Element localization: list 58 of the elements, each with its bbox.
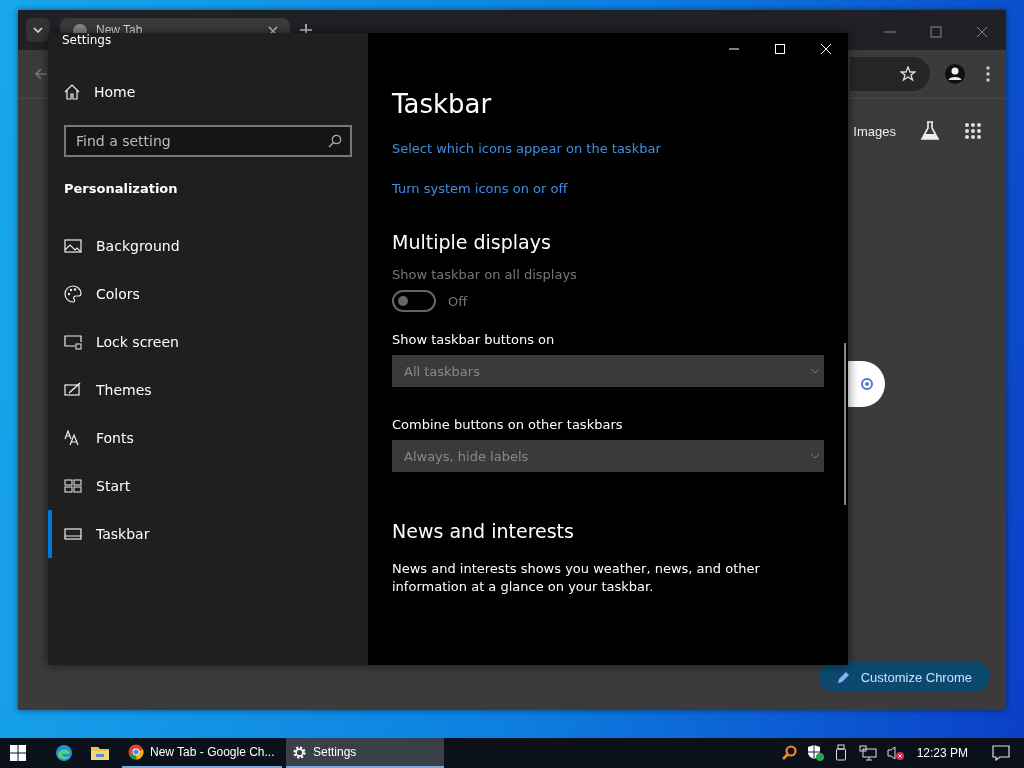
dropdown-label: Combine buttons on other taskbars	[392, 417, 624, 432]
description-text: News and interests shows you weather, news, and other information at a glance on your taskbar.	[392, 560, 761, 596]
window-title: Settings	[62, 33, 113, 49]
home-icon	[64, 84, 80, 100]
lens-button[interactable]	[848, 361, 885, 407]
profile-icon[interactable]	[944, 63, 966, 85]
section-heading: Multiple displays	[392, 231, 551, 253]
chevron-down-icon	[33, 27, 43, 33]
shield-icon[interactable]	[806, 744, 825, 762]
home-nav-item[interactable]: Home	[64, 79, 352, 105]
settings-link[interactable]: Select which icons appear on the taskbar	[392, 141, 661, 156]
images-link[interactable]: Images	[853, 123, 896, 139]
picture-icon	[64, 238, 82, 254]
gear-icon	[292, 744, 307, 760]
section-heading: News and interests	[392, 520, 574, 542]
sidebar-item[interactable]: Fonts	[48, 414, 352, 462]
chevron-down-icon	[810, 453, 820, 459]
page-title: Taskbar	[392, 89, 493, 119]
flask-icon[interactable]	[920, 121, 940, 141]
sidebar-item[interactable]: Taskbar	[48, 510, 352, 558]
address-bar[interactable]	[850, 57, 930, 91]
lens-icon	[859, 377, 874, 391]
sidebar-item[interactable]: Start	[48, 462, 352, 510]
sidebar-item[interactable]: Colors	[48, 270, 352, 318]
menu-icon[interactable]	[986, 66, 990, 82]
customize-chrome-button[interactable]: Customize Chrome	[818, 662, 990, 692]
tab-search-button[interactable]	[26, 18, 50, 42]
sidebar-item[interactable]: Themes	[48, 366, 352, 414]
palette-icon	[64, 285, 82, 303]
speaker-muted-icon[interactable]	[886, 745, 905, 761]
sidebar-item[interactable]: Background	[48, 222, 352, 270]
search-field[interactable]: Find a setting	[64, 125, 352, 157]
round-logo-icon	[128, 744, 144, 760]
search-icon[interactable]	[328, 134, 342, 148]
notifications-icon[interactable]	[992, 745, 1010, 761]
star-icon[interactable]	[900, 66, 916, 82]
network-icon[interactable]	[858, 745, 877, 761]
pencil-icon	[836, 670, 851, 684]
taskbar-button[interactable]: New Tab - Google Ch...	[122, 738, 282, 768]
toggle-label: Show taskbar on all displays	[392, 267, 577, 282]
scrollbar[interactable]	[844, 343, 846, 505]
brush-monitor-icon	[64, 382, 82, 398]
chevron-down-icon	[810, 368, 820, 374]
clock[interactable]: 12:23 PM	[916, 746, 968, 760]
apps-grid-icon[interactable]	[964, 122, 982, 140]
toggle-state: Off	[448, 293, 468, 309]
section-heading: Personalization	[64, 181, 179, 196]
windows-start-icon[interactable]	[10, 745, 26, 761]
taskbar-button[interactable]: Settings	[286, 738, 444, 768]
back-arrow-icon[interactable]	[34, 67, 48, 81]
usb-drive-icon[interactable]	[834, 744, 849, 762]
sidebar-item[interactable]: Lock screen	[48, 318, 352, 366]
dropdown-label: Show taskbar buttons on	[392, 332, 556, 347]
tiles-icon	[64, 478, 82, 494]
settings-link[interactable]: Turn system icons on or off	[392, 181, 568, 196]
magnifier-icon[interactable]	[780, 745, 797, 761]
taskbar-icon	[64, 526, 82, 542]
lock-screen-icon	[64, 334, 82, 350]
